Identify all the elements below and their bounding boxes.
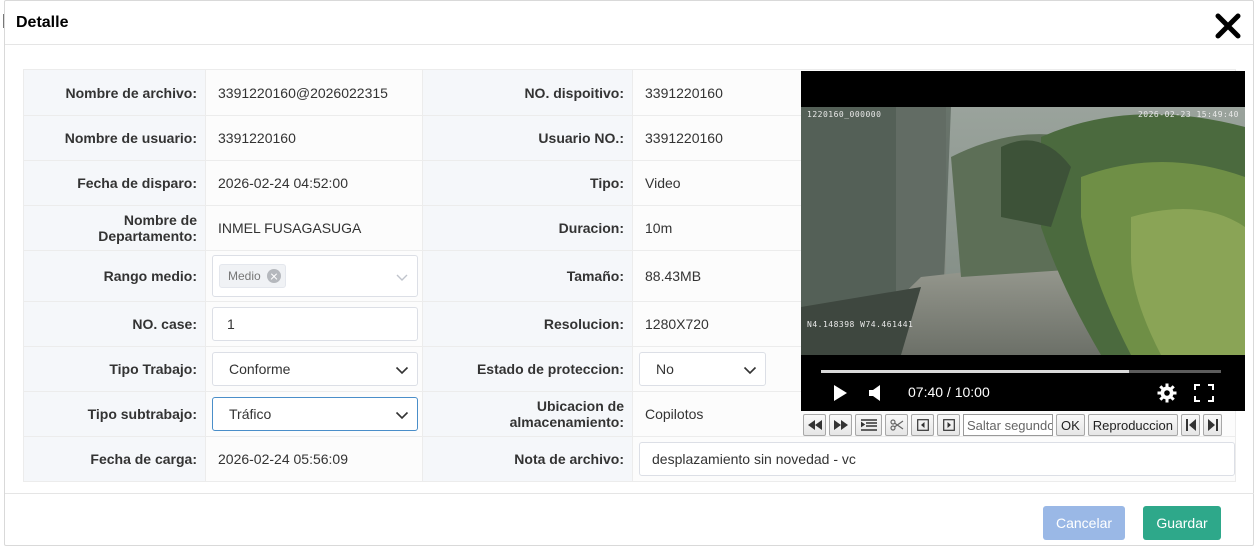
volume-icon[interactable] — [869, 384, 883, 402]
label-protection-status: Estado de proteccion: — [422, 346, 633, 392]
next-frame-icon[interactable] — [937, 414, 960, 436]
chevron-down-icon — [395, 366, 409, 375]
settings-icon[interactable] — [1157, 383, 1177, 403]
detail-dialog: Detalle Nombre de archivo: 3391220160@20… — [4, 0, 1254, 546]
value-department: INMEL FUSAGASUGA — [218, 220, 362, 236]
subwork-type-value: Tráfico — [229, 406, 272, 422]
previous-frame-icon[interactable] — [911, 414, 934, 436]
fullscreen-icon[interactable] — [1194, 384, 1214, 402]
fast-forward-icon[interactable] — [829, 414, 852, 436]
media-range-tag-label: Medio — [228, 269, 261, 283]
file-note-value: desplazamiento sin novedad - vc — [652, 451, 856, 467]
value-type: Video — [645, 175, 681, 191]
label-case-no: NO. case: — [23, 301, 206, 347]
playback-mode-button[interactable]: Reproduccion — [1087, 414, 1179, 436]
file-note-input[interactable]: desplazamiento sin novedad - vc — [639, 442, 1235, 476]
chevron-down-icon — [395, 411, 409, 420]
label-device-no: NO. dispoitivo: — [422, 69, 633, 116]
dialog-footer: Cancelar Guardar — [5, 493, 1254, 547]
scissors-icon[interactable] — [885, 414, 908, 436]
case-no-input[interactable]: 1 — [212, 307, 418, 341]
video-screen[interactable]: 1220160_000000 2026-02-23 15:49:40 N4.14… — [801, 71, 1245, 411]
value-storage-location: Copilotos — [645, 406, 704, 422]
media-range-select[interactable]: Medio — [212, 255, 418, 297]
protection-status-value: No — [656, 361, 674, 377]
label-subwork-type: Tipo subtrabajo: — [23, 391, 206, 437]
value-trigger-date: 2026-02-24 04:52:00 — [218, 175, 348, 191]
label-upload-date: Fecha de carga: — [23, 436, 206, 482]
osd-timestamp: 2026-02-23 15:49:40 — [1137, 110, 1239, 119]
subwork-type-select[interactable]: Tráfico — [212, 397, 418, 431]
protection-status-select[interactable]: No — [639, 352, 766, 386]
value-duration: 10m — [645, 220, 673, 236]
dialog-title: Detalle — [16, 14, 69, 31]
label-duration: Duracion: — [422, 205, 633, 251]
seek-seconds-placeholder: Saltar segundos — [967, 417, 1053, 433]
label-storage-location: Ubicacion de almacenamiento: — [422, 391, 633, 437]
playlist-icon[interactable] — [855, 414, 882, 436]
chevron-down-icon — [396, 274, 408, 281]
label-user-name: Nombre de usuario: — [23, 115, 206, 161]
case-no-value: 1 — [227, 316, 235, 332]
save-button[interactable]: Guardar — [1143, 506, 1221, 540]
play-icon[interactable] — [833, 385, 847, 401]
label-file-note: Nota de archivo: — [422, 436, 633, 482]
work-type-select[interactable]: Conforme — [212, 352, 418, 386]
dialog-header: Detalle — [5, 1, 1253, 45]
osd-gps: N4.148398 W74.461441 — [807, 320, 914, 329]
label-work-type: Tipo Trabajo: — [23, 346, 206, 392]
label-trigger-date: Fecha de disparo: — [23, 160, 206, 206]
skip-end-icon[interactable] — [1203, 414, 1223, 436]
value-user-name: 3391220160 — [218, 130, 296, 146]
seek-seconds-input[interactable]: Saltar segundos — [963, 414, 1053, 436]
label-media-range: Rango medio: — [23, 250, 206, 302]
work-type-value: Conforme — [229, 361, 291, 377]
video-frame: 1220160_000000 2026-02-23 15:49:40 N4.14… — [801, 107, 1245, 355]
label-type: Tipo: — [422, 160, 633, 206]
media-range-tag: Medio — [219, 264, 286, 288]
label-file-name: Nombre de archivo: — [23, 69, 206, 116]
clear-tag-icon[interactable] — [266, 269, 281, 283]
osd-channel: 1220160_000000 — [807, 110, 882, 119]
value-upload-date: 2026-02-24 05:56:09 — [218, 451, 348, 467]
value-device-no: 3391220160 — [645, 84, 723, 101]
value-resolution: 1280X720 — [645, 316, 709, 332]
player-toolbar: Saltar segundos OK Reproduccion — [801, 413, 1245, 437]
rewind-icon[interactable] — [803, 414, 826, 436]
table-row: Fecha de carga: 2026-02-24 05:56:09 Nota… — [23, 436, 1236, 482]
seek-ok-button[interactable]: OK — [1056, 414, 1085, 436]
label-size: Tamaño: — [422, 250, 633, 302]
value-file-name: 3391220160@2026022315 — [218, 84, 388, 101]
close-icon[interactable] — [1215, 13, 1241, 39]
label-user-no: Usuario NO.: — [422, 115, 633, 161]
chevron-down-icon — [743, 366, 757, 375]
label-resolution: Resolucion: — [422, 301, 633, 347]
video-player: 1220160_000000 2026-02-23 15:49:40 N4.14… — [801, 71, 1245, 437]
progress-bar[interactable] — [821, 370, 1221, 373]
playback-time: 07:40 / 10:00 — [908, 384, 990, 400]
cancel-button[interactable]: Cancelar — [1043, 506, 1125, 540]
label-department: Nombre de Departamento: — [23, 205, 206, 251]
progress-fill — [821, 370, 1129, 373]
skip-start-icon[interactable] — [1181, 414, 1201, 436]
value-size: 88.43MB — [645, 268, 702, 284]
value-user-no: 3391220160 — [645, 130, 723, 146]
